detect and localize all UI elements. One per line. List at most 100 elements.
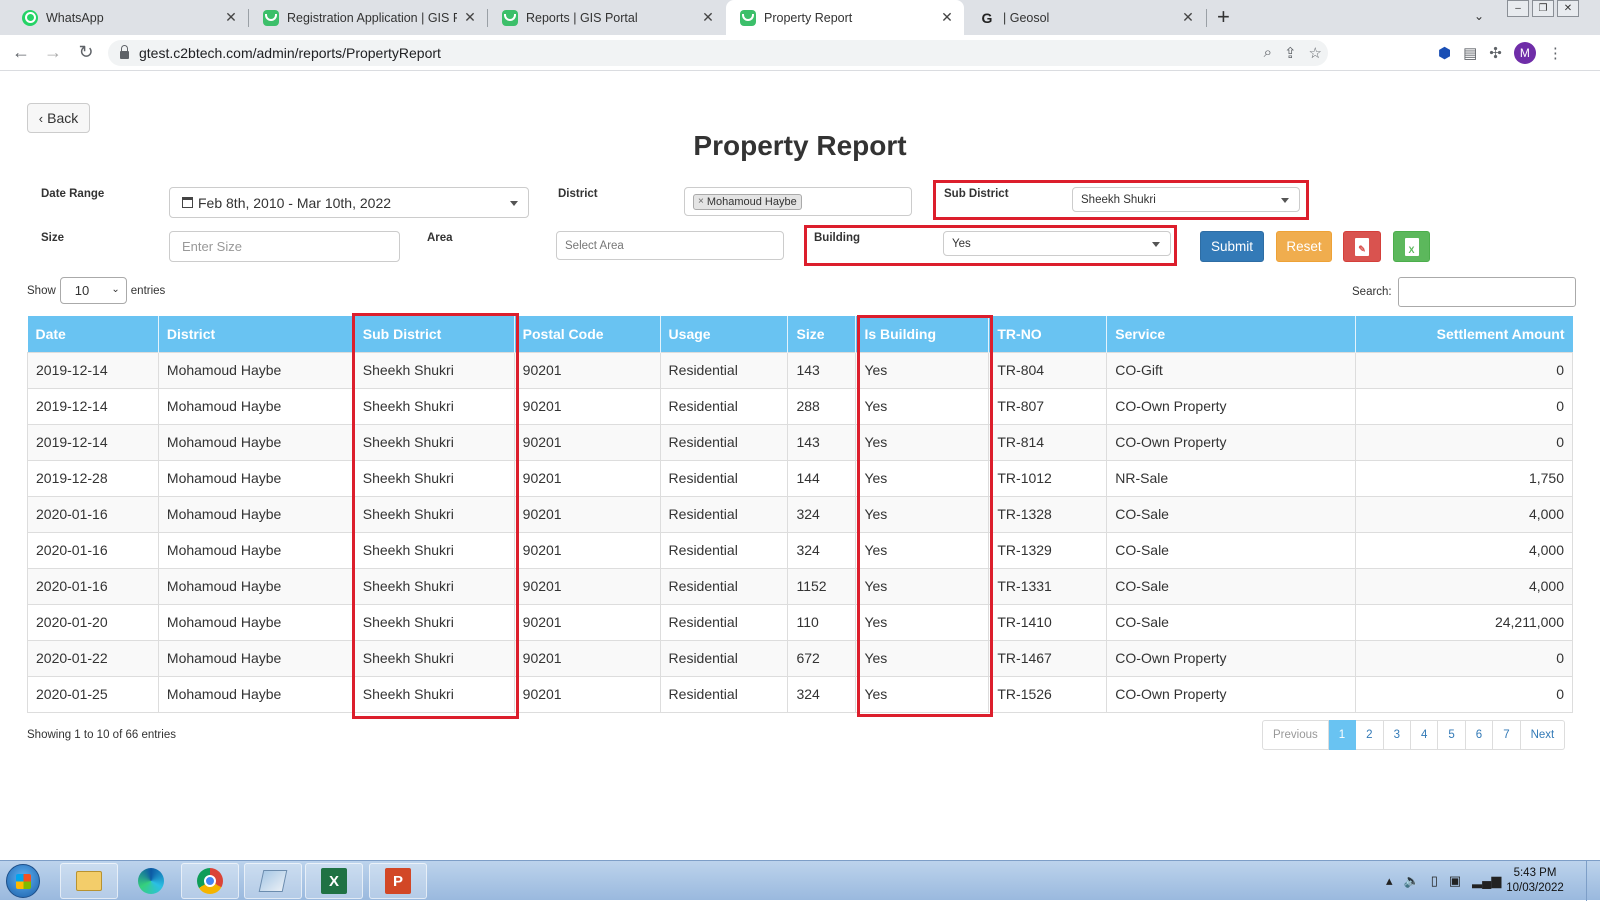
cell-usage: Residential — [660, 495, 789, 532]
close-icon[interactable]: ✕ — [224, 9, 238, 26]
cell-district: Mohamoud Haybe — [158, 423, 355, 460]
pagination-page-2[interactable]: 2 — [1356, 720, 1384, 750]
pagination-page-3[interactable]: 3 — [1383, 720, 1411, 750]
clock[interactable]: 5:43 PM 10/03/2022 — [1505, 866, 1565, 896]
cell-usage: Residential — [660, 423, 789, 460]
signal-icon[interactable]: ▂▄▆ — [1472, 873, 1501, 889]
building-label: Building — [814, 232, 860, 244]
close-icon[interactable]: ✕ — [463, 9, 477, 26]
tab-geosol[interactable]: G | Geosol ✕ — [965, 0, 1205, 35]
column-header-settlement-amount[interactable]: Settlement Amount — [1355, 316, 1573, 352]
search-input[interactable] — [1397, 277, 1576, 307]
sub-district-select[interactable]: Sheekh Shukri — [1072, 187, 1300, 212]
cell-service: CO-Own Property — [1106, 387, 1357, 424]
area-select[interactable]: Select Area — [556, 231, 784, 260]
district-multiselect[interactable]: × Mohamoud Haybe — [684, 187, 912, 216]
close-icon[interactable]: ✕ — [701, 9, 715, 26]
show-desktop-button[interactable] — [1586, 861, 1600, 901]
page-title: Property Report — [693, 130, 907, 161]
table-row: 2020-01-25 Mohamoud Haybe Sheekh Shukri 902… — [27, 675, 1573, 713]
cell-district: Mohamoud Haybe — [158, 387, 355, 424]
chevron-down-icon[interactable]: ⌄ — [1474, 9, 1484, 23]
column-header-tr-no[interactable]: TR-NO — [988, 316, 1108, 352]
cell-postal-code: 90201 — [514, 351, 661, 388]
network-disconnected-icon[interactable]: ▣ — [1449, 873, 1461, 889]
forward-arrow-icon[interactable]: → — [42, 42, 64, 63]
column-header-usage[interactable]: Usage — [660, 316, 789, 352]
column-header-postal-code[interactable]: Postal Code — [514, 316, 661, 352]
cell-postal-code: 90201 — [514, 459, 661, 496]
tab-reports-gis-portal[interactable]: Reports | GIS Portal ✕ — [488, 0, 725, 35]
column-header-date[interactable]: Date — [27, 316, 159, 352]
page-length-select[interactable]: 10 ⌄ — [59, 277, 127, 304]
powerpoint-taskbar-button[interactable]: P — [369, 863, 427, 899]
pagination-page-1[interactable]: 1 — [1328, 720, 1357, 750]
clipboard-extension-icon[interactable]: ▤ — [1463, 44, 1477, 62]
back-button[interactable]: ‹ Back — [27, 103, 90, 133]
close-icon[interactable]: ✕ — [1181, 9, 1195, 26]
chrome-taskbar-button[interactable] — [181, 863, 239, 899]
volume-muted-icon[interactable]: 🔈 — [1404, 873, 1420, 889]
show-hidden-icons-icon[interactable]: ▴ — [1386, 873, 1393, 889]
date-range-picker[interactable]: Feb 8th, 2010 - Mar 10th, 2022 — [169, 187, 529, 218]
pagination-page-4[interactable]: 4 — [1410, 720, 1439, 750]
back-label: Back — [47, 110, 79, 126]
cell-district: Mohamoud Haybe — [158, 459, 355, 496]
puzzle-extensions-icon[interactable]: ✣ — [1489, 44, 1502, 62]
share-icon[interactable]: ⇪ — [1284, 44, 1297, 62]
restore-icon[interactable]: ❐ — [1532, 0, 1554, 17]
column-header-service[interactable]: Service — [1106, 316, 1357, 352]
address-bar[interactable]: gtest.c2btech.com/admin/reports/Property… — [108, 40, 1328, 66]
highlight-box-is-building-column — [857, 315, 993, 717]
minimize-icon[interactable]: – — [1507, 0, 1529, 17]
district-chip[interactable]: × Mohamoud Haybe — [693, 193, 802, 210]
reset-button[interactable]: Reset — [1276, 231, 1332, 262]
cell-size: 288 — [787, 387, 857, 424]
app-taskbar-button[interactable] — [244, 863, 302, 899]
reload-icon[interactable]: ↻ — [75, 42, 97, 63]
close-icon[interactable]: ✕ — [940, 9, 954, 26]
cell-service: CO-Own Property — [1106, 675, 1357, 713]
file-explorer-taskbar-button[interactable] — [60, 863, 118, 899]
cell-tr-no: TR-1467 — [988, 639, 1108, 676]
profile-avatar[interactable]: M — [1513, 42, 1536, 64]
back-arrow-icon[interactable]: ← — [10, 42, 32, 63]
remove-chip-icon[interactable]: × — [698, 196, 704, 207]
column-header-district[interactable]: District — [158, 316, 355, 352]
kebab-menu-icon[interactable]: ⋮ — [1548, 44, 1563, 62]
windows-taskbar: X P ▴ 🔈 ▯ ▣ ▂▄▆ 5:43 PM 10/03/2022 — [0, 860, 1600, 901]
new-tab-plus-icon[interactable]: + — [1217, 4, 1230, 30]
tab-property-report[interactable]: Property Report ✕ — [726, 0, 964, 35]
pagination-previous-button[interactable]: Previous — [1262, 720, 1329, 750]
tab-title: WhatsApp — [46, 10, 104, 25]
omnibox-actions: ⌕ ⇪ ☆ — [1264, 44, 1322, 62]
submit-button[interactable]: Submit — [1200, 231, 1264, 262]
pagination-page-6[interactable]: 6 — [1465, 720, 1494, 750]
caret-down-icon — [1152, 242, 1160, 247]
size-input[interactable]: Enter Size — [169, 231, 400, 262]
date-range-label: Date Range — [41, 188, 105, 200]
export-pdf-button[interactable]: ✎ — [1343, 231, 1381, 262]
excel-taskbar-button[interactable]: X — [305, 863, 363, 899]
battery-icon[interactable]: ▯ — [1431, 873, 1438, 889]
cell-settlement-amount: 24,211,000 — [1355, 603, 1573, 640]
close-window-icon[interactable]: ✕ — [1557, 0, 1579, 17]
shield-extension-icon[interactable]: ⬢ — [1438, 44, 1451, 62]
bookmark-star-icon[interactable]: ☆ — [1309, 44, 1322, 62]
tab-whatsapp[interactable]: WhatsApp ✕ — [8, 0, 248, 35]
pagination-page-7[interactable]: 7 — [1493, 720, 1521, 750]
column-header-size[interactable]: Size — [787, 316, 857, 352]
cell-settlement-amount: 4,000 — [1355, 531, 1573, 568]
table-row: 2020-01-20 Mohamoud Haybe Sheekh Shukri 902… — [27, 603, 1573, 640]
building-select[interactable]: Yes — [943, 231, 1171, 256]
tab-registration-application[interactable]: Registration Application | GIS Por ✕ — [249, 0, 487, 35]
export-excel-button[interactable]: X — [1393, 231, 1430, 262]
zoom-icon[interactable]: ⌕ — [1264, 44, 1272, 62]
start-button[interactable] — [6, 864, 40, 898]
pagination-next-button[interactable]: Next — [1520, 720, 1566, 750]
pdf-file-icon: ✎ — [1355, 237, 1369, 256]
edge-taskbar-button[interactable] — [122, 863, 180, 899]
pagination-page-5[interactable]: 5 — [1438, 720, 1466, 750]
window-controls: – ❐ ✕ — [1504, 0, 1579, 20]
cell-usage: Residential — [660, 387, 789, 424]
